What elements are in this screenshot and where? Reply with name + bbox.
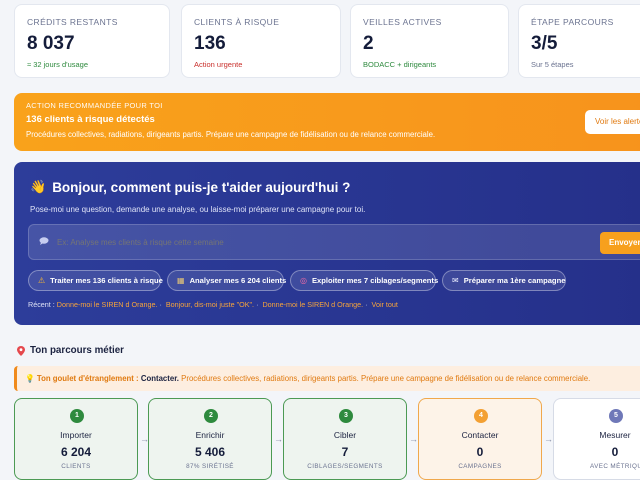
assistant-panel: 👋 Bonjour, comment puis-je t'aider aujou… — [14, 162, 640, 325]
step-name: Importer — [60, 430, 92, 440]
recent-query-link[interactable]: Donne-moi le SIREN d Orange. — [57, 300, 158, 309]
step-name: Cibler — [333, 430, 357, 440]
journey-step-importer[interactable]: 1 Importer 6 204 CLIENTS — [14, 398, 138, 480]
journey-title: Ton parcours métier — [17, 345, 124, 356]
step-sub: 87% SIRÉTISÉ — [186, 463, 234, 470]
kpi-sub: Action urgente — [194, 60, 243, 69]
kpi-value: 136 — [194, 33, 226, 54]
bulb-icon: 💡 — [25, 374, 35, 383]
chip-prepare-campaign[interactable]: ✉ Préparer ma 1ère campagne — [442, 270, 566, 291]
step-sub: CIBLAGES/SEGMENTS — [307, 463, 383, 470]
wave-icon: 👋 — [30, 179, 47, 194]
chip-label: Analyser mes 6 204 clients — [189, 276, 287, 285]
mail-icon: ✉ — [452, 276, 459, 285]
step-name: Enrichir — [195, 430, 225, 440]
pin-icon — [17, 345, 25, 356]
bottleneck-alert: 💡 Ton goulet d'étranglement : Contacter.… — [14, 366, 640, 391]
step-number: 2 — [204, 409, 218, 423]
step-number: 5 — [609, 409, 623, 423]
banner-title: 136 clients à risque détectés — [26, 114, 155, 125]
banner-description: Procédures collectives, radiations, diri… — [26, 130, 436, 139]
step-number: 3 — [339, 409, 353, 423]
banner-kicker: ACTION RECOMMANDÉE POUR TOI — [26, 101, 163, 110]
kpi-card-clients-risk: CLIENTS À RISQUE 136 Action urgente — [181, 4, 341, 78]
arrow-right-icon: → — [544, 434, 553, 444]
view-alerts-button[interactable]: Voir les alertes — [585, 110, 640, 134]
chat-bubble-icon — [39, 237, 49, 245]
step-sub: AVEC MÉTRIQUES — [590, 463, 640, 470]
step-value: 0 — [476, 445, 484, 459]
assistant-prompt-input[interactable] — [57, 238, 577, 247]
kpi-label: CRÉDITS RESTANTS — [27, 17, 118, 27]
recent-queries: Récent : Donne-moi le SIREN d Orange. · B… — [28, 300, 398, 309]
recent-query-link[interactable]: Bonjour, dis-moi juste "OK". — [166, 300, 254, 309]
assistant-subtitle: Pose-moi une question, demande une analy… — [30, 205, 366, 214]
assistant-greeting: 👋 Bonjour, comment puis-je t'aider aujou… — [30, 179, 350, 195]
chip-label: Traiter mes 136 clients à risque — [50, 276, 163, 285]
quick-actions: ⚠ Traiter mes 136 clients à risque ▦ Ana… — [28, 270, 566, 291]
step-number: 1 — [70, 409, 84, 423]
send-button[interactable]: Envoyer — [600, 232, 640, 254]
journey-step-contacter[interactable]: 4 Contacter 0 CAMPAGNES — [418, 398, 542, 480]
kpi-label: CLIENTS À RISQUE — [194, 17, 280, 27]
journey-step-cibler[interactable]: 3 Cibler 7 CIBLAGES/SEGMENTS — [283, 398, 407, 480]
chip-exploit-segments[interactable]: ◎ Exploiter mes 7 ciblages/segments — [290, 270, 439, 291]
kpi-card-credits: CRÉDITS RESTANTS 8 037 ≈ 32 jours d'usag… — [14, 4, 170, 78]
assistant-input-box: Envoyer — [28, 224, 640, 260]
kpi-sub: Sur 5 étapes — [531, 60, 574, 69]
chip-label: Préparer ma 1ère campagne — [463, 276, 566, 285]
bottleneck-step: Contacter. — [140, 374, 179, 383]
kpi-value: 8 037 — [27, 33, 75, 54]
step-number: 4 — [474, 409, 488, 423]
step-name: Contacter — [461, 430, 499, 440]
kpi-sub: BODACC + dirigeants — [363, 60, 437, 69]
recommended-action-banner: ACTION RECOMMANDÉE POUR TOI 136 clients … — [14, 93, 640, 151]
kpi-card-etape: ÉTAPE PARCOURS 3/5 Sur 5 étapes — [518, 4, 640, 78]
step-value: 6 204 — [60, 445, 92, 459]
bottleneck-lead: Ton goulet d'étranglement : — [36, 374, 139, 383]
journey-step-enrichir[interactable]: 2 Enrichir 5 406 87% SIRÉTISÉ — [148, 398, 272, 480]
target-icon: ◎ — [300, 276, 307, 285]
recent-query-link[interactable]: Donne-moi le SIREN d Orange. — [262, 300, 363, 309]
kpi-value: 3/5 — [531, 33, 558, 54]
step-name: Mesurer — [599, 430, 631, 440]
see-all-link[interactable]: Voir tout — [372, 300, 398, 309]
greeting-text: Bonjour, comment puis-je t'aider aujourd… — [52, 179, 351, 195]
chip-label: Exploiter mes 7 ciblages/segments — [311, 276, 439, 285]
warning-icon: ⚠ — [38, 276, 46, 285]
recent-label: Récent : — [28, 300, 55, 309]
chip-analyze-clients[interactable]: ▦ Analyser mes 6 204 clients — [167, 270, 287, 291]
kpi-card-veilles: VEILLES ACTIVES 2 BODACC + dirigeants — [350, 4, 509, 78]
arrow-right-icon: → — [409, 434, 418, 444]
chip-treat-risk-clients[interactable]: ⚠ Traiter mes 136 clients à risque — [28, 270, 163, 291]
kpi-label: ÉTAPE PARCOURS — [531, 17, 614, 27]
arrow-right-icon: → — [274, 434, 283, 444]
step-value: 5 406 — [194, 445, 226, 459]
bottleneck-text: Procédures collectives, radiations, diri… — [181, 374, 591, 383]
chart-icon: ▦ — [177, 276, 185, 285]
kpi-value: 2 — [363, 33, 374, 54]
step-sub: CLIENTS — [61, 463, 91, 470]
step-value: 0 — [611, 445, 619, 459]
kpi-label: VEILLES ACTIVES — [363, 17, 442, 27]
step-value: 7 — [341, 445, 349, 459]
kpi-sub: ≈ 32 jours d'usage — [27, 60, 89, 69]
journey-step-mesurer[interactable]: 5 Mesurer 0 AVEC MÉTRIQUES — [553, 398, 640, 480]
journey-title-text: Ton parcours métier — [30, 345, 124, 356]
step-sub: CAMPAGNES — [458, 463, 502, 470]
